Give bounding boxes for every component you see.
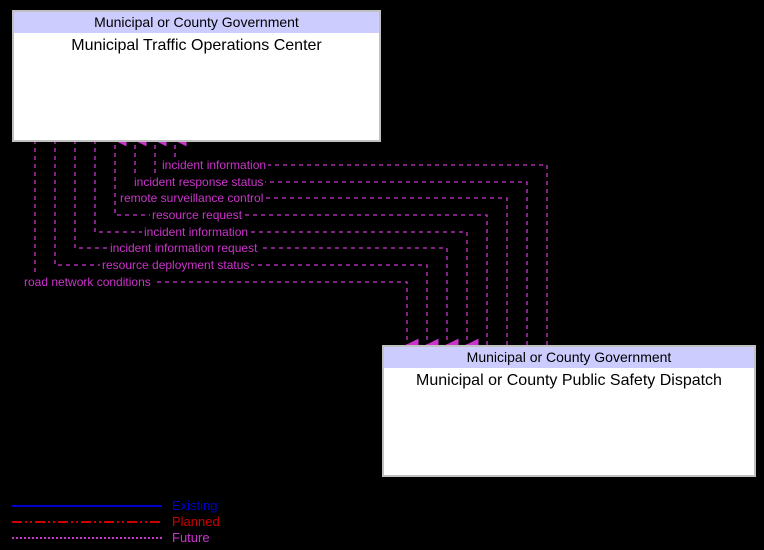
flow-incident-information-request[interactable]: incident information request	[108, 241, 259, 255]
flow-incident-information-1[interactable]: incident information	[160, 158, 268, 172]
node-top-title: Municipal Traffic Operations Center	[14, 33, 379, 59]
flow-road-network-conditions[interactable]: road network conditions	[22, 275, 153, 289]
legend-line-future	[12, 537, 162, 539]
node-municipal-traffic-ops[interactable]: Municipal or County Government Municipal…	[12, 10, 381, 142]
node-public-safety-dispatch[interactable]: Municipal or County Government Municipal…	[382, 345, 756, 477]
node-bottom-header: Municipal or County Government	[384, 347, 754, 368]
legend-label-existing: Existing	[172, 498, 218, 513]
node-bottom-title: Municipal or County Public Safety Dispat…	[384, 368, 754, 394]
flow-incident-information-2[interactable]: incident information	[142, 225, 250, 239]
flow-incident-response-status[interactable]: incident response status	[132, 175, 265, 189]
flow-remote-surveillance-control[interactable]: remote surveillance control	[118, 191, 265, 205]
flow-resource-request[interactable]: resource request	[150, 208, 244, 222]
legend-line-planned-overlay	[12, 520, 172, 524]
node-top-header: Municipal or County Government	[14, 12, 379, 33]
legend-line-existing	[12, 505, 162, 507]
legend-label-future: Future	[172, 530, 210, 545]
flow-resource-deployment-status[interactable]: resource deployment status	[100, 258, 251, 272]
legend-label-planned: Planned	[172, 514, 220, 529]
